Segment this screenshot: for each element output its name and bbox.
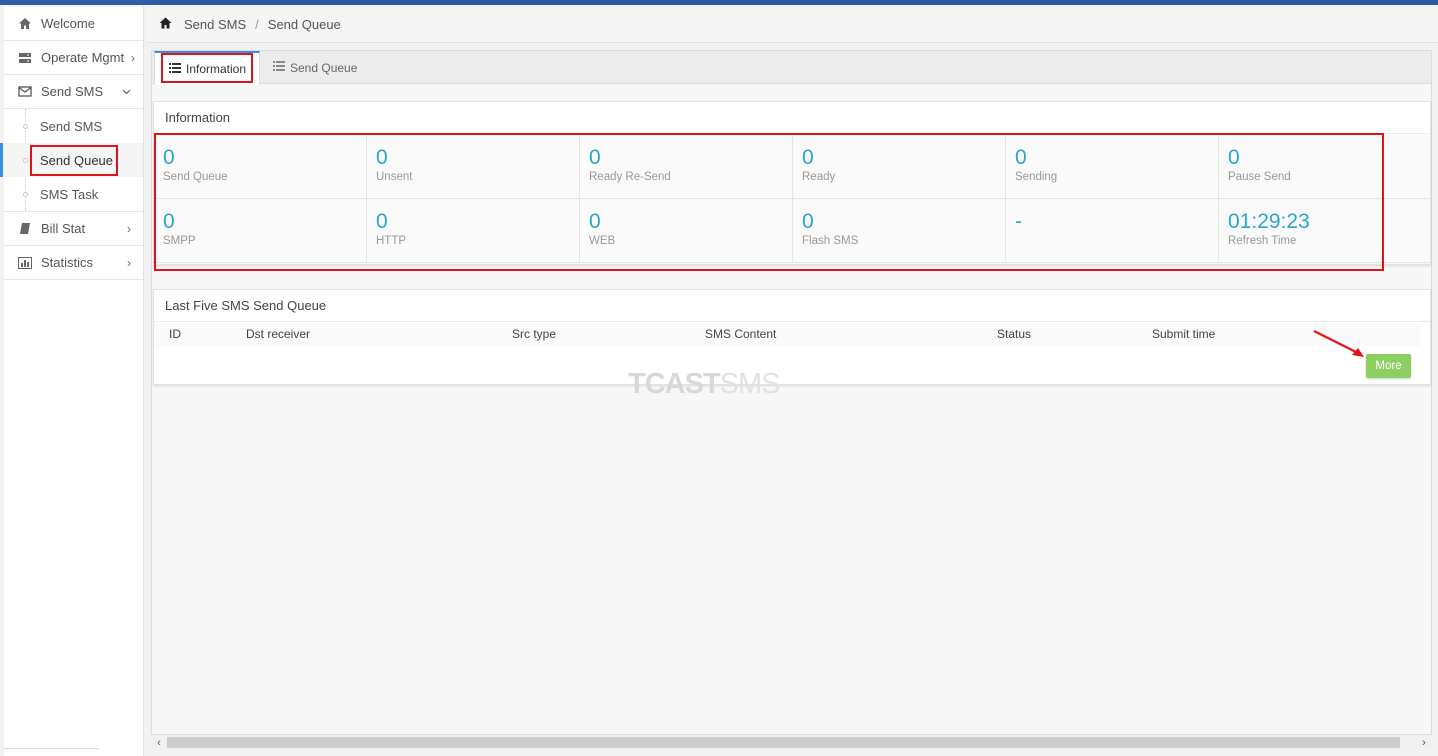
envelope-icon xyxy=(17,84,33,100)
sidebar-item-label: Bill Stat xyxy=(41,221,86,236)
list-icon xyxy=(273,61,285,74)
server-icon xyxy=(17,50,33,66)
submenu-item-send-sms[interactable]: Send SMS xyxy=(4,109,143,143)
book-icon xyxy=(17,221,33,237)
scroll-left-icon[interactable]: ‹ xyxy=(152,735,166,750)
more-button[interactable]: More xyxy=(1366,354,1411,378)
card-title: Last Five SMS Send Queue xyxy=(154,290,1430,322)
annotation-highlight-box xyxy=(154,133,1384,271)
breadcrumb-item[interactable]: Send SMS xyxy=(184,17,246,32)
sidebar-item-statistics[interactable]: Statistics › xyxy=(4,246,143,280)
tab-bar: Information Send Queue xyxy=(152,51,1431,85)
sidebar-item-label: Operate Mgmt xyxy=(41,50,125,65)
annotation-highlight-box xyxy=(161,53,253,83)
annotation-arrow-icon xyxy=(1313,330,1364,357)
sidebar-item-welcome[interactable]: Welcome xyxy=(4,7,143,41)
watermark-logo: TCASTSMS xyxy=(628,368,781,401)
tab-information[interactable]: Information xyxy=(154,51,260,85)
column-header: Src type xyxy=(512,327,557,341)
scroll-right-icon[interactable]: › xyxy=(1417,735,1431,750)
column-header: Submit time xyxy=(1152,327,1216,341)
breadcrumb-item-current: Send Queue xyxy=(267,17,341,32)
active-indicator xyxy=(0,143,3,177)
sidebar: Welcome Operate Mgmt › Send SMS Send SMS… xyxy=(0,7,144,756)
divider xyxy=(4,748,99,749)
submenu-item-sms-task[interactable]: SMS Task xyxy=(4,177,143,211)
submenu-item-label: Send SMS xyxy=(40,118,103,134)
sidebar-submenu: Send SMS Send Queue SMS Task xyxy=(0,109,143,212)
annotation-highlight-box xyxy=(30,145,118,176)
watermark-part: SMS xyxy=(719,368,781,400)
column-header: Status xyxy=(997,327,1032,341)
chevron-down-icon xyxy=(122,75,131,109)
queue-card: Last Five SMS Send Queue ID Dst receiver… xyxy=(153,289,1431,385)
tab-send-queue[interactable]: Send Queue xyxy=(273,51,357,84)
column-header: SMS Content xyxy=(705,327,777,341)
breadcrumb-separator: / xyxy=(255,17,259,32)
top-accent-bar xyxy=(0,0,1438,5)
horizontal-scrollbar[interactable]: ‹ › xyxy=(151,734,1432,750)
main-panel: Information Send Queue Information 0 Send… xyxy=(151,50,1432,750)
column-header: Dst receiver xyxy=(246,327,311,341)
sidebar-item-label: Statistics xyxy=(41,255,94,270)
sidebar-item-send-sms[interactable]: Send SMS xyxy=(4,75,143,109)
bullet-icon xyxy=(23,158,28,163)
card-title: Information xyxy=(154,102,1430,134)
sidebar-item-label: Welcome xyxy=(41,16,95,31)
bar-chart-icon xyxy=(17,255,33,271)
watermark-part: TCAST xyxy=(628,368,721,400)
chevron-right-icon: › xyxy=(127,222,131,236)
sidebar-item-operate-mgmt[interactable]: Operate Mgmt › xyxy=(4,41,143,75)
tab-label: Send Queue xyxy=(290,60,358,75)
chevron-right-icon: › xyxy=(127,256,131,270)
column-header: ID xyxy=(169,327,181,341)
chevron-right-icon: › xyxy=(131,51,135,65)
sidebar-item-label: Send SMS xyxy=(41,84,104,99)
sidebar-item-bill-stat[interactable]: Bill Stat › xyxy=(4,212,143,246)
submenu-item-send-queue[interactable]: Send Queue xyxy=(0,143,143,177)
scrollbar-thumb[interactable] xyxy=(167,737,1400,748)
home-icon[interactable] xyxy=(159,17,172,32)
breadcrumb: Send SMS / Send Queue xyxy=(146,7,1438,43)
table-header: ID Dst receiver Src type SMS Content Sta… xyxy=(154,323,1420,346)
bullet-icon xyxy=(23,192,28,197)
bullet-icon xyxy=(23,124,28,129)
home-icon xyxy=(17,16,33,32)
submenu-item-label: SMS Task xyxy=(40,186,99,202)
